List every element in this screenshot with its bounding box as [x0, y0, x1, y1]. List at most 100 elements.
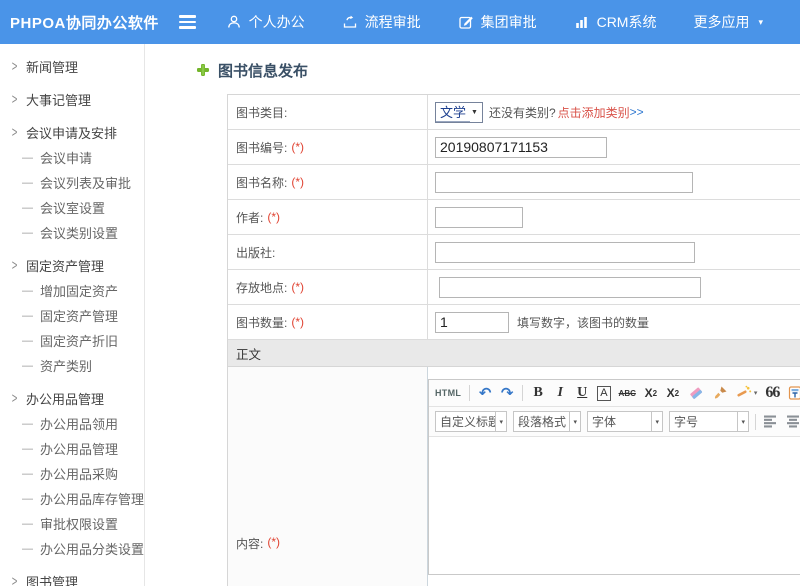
- format-brush-button[interactable]: [712, 383, 728, 403]
- phpoa-app: { "colors": { "topbar_blue": "#4a94e8", …: [0, 0, 800, 586]
- hamburger-menu-icon[interactable]: [179, 15, 197, 29]
- bold-button[interactable]: B: [531, 383, 545, 403]
- underline-button[interactable]: U: [575, 383, 589, 403]
- toolbar-separator: [469, 385, 470, 401]
- add-category-link[interactable]: 点击添加类别: [558, 104, 630, 121]
- book-name-input[interactable]: [435, 172, 693, 193]
- author-input[interactable]: [435, 207, 523, 228]
- content-label: 内容:: [236, 535, 263, 552]
- nav-crm-system[interactable]: CRM系统: [574, 12, 657, 32]
- sidebar-item-label: 会议申请: [40, 148, 92, 167]
- sidebar-item[interactable]: —会议室设置: [0, 195, 144, 220]
- required-mark: (*): [291, 140, 304, 154]
- main-content: 图书信息发布 图书类目: 文学 ▼ 还没有类别? 点击添加类别 >> 图书编号:…: [146, 44, 800, 586]
- nav-label: 流程审批: [365, 12, 421, 32]
- sidebar-item[interactable]: >固定资产管理: [0, 252, 144, 278]
- chevron-right-icon: >: [12, 57, 18, 75]
- content-label-cell: 内容: (*): [228, 367, 428, 586]
- italic-button[interactable]: I: [553, 383, 567, 403]
- editor-content-area[interactable]: [429, 437, 800, 573]
- location-input[interactable]: [439, 277, 701, 298]
- sidebar-item-label: 办公用品采购: [40, 464, 118, 483]
- sidebar-item[interactable]: —会议申请: [0, 145, 144, 170]
- caret-down-icon: ▾: [569, 412, 580, 431]
- sidebar-item[interactable]: —办公用品分类设置: [0, 536, 144, 561]
- nav-more-apps[interactable]: 更多应用▾: [693, 12, 763, 32]
- nav-personal-office[interactable]: 个人办公: [226, 12, 305, 32]
- select-value: 自定义标题: [436, 412, 495, 431]
- caret-down-icon: ▾: [754, 389, 758, 397]
- paragraph-format-select[interactable]: 段落格式▾: [513, 411, 581, 432]
- select-value: 字体: [588, 412, 651, 431]
- category-select[interactable]: 文学 ▼: [435, 102, 483, 123]
- publisher-input[interactable]: [435, 242, 695, 263]
- user-icon: [226, 14, 242, 30]
- sidebar-item[interactable]: —会议类别设置: [0, 220, 144, 245]
- rich-text-editor: HTML↶↷BIUAABCX2X2▾66A▾ 自定义标题▾段落格式▾字体▾字号▾: [428, 379, 800, 575]
- subscript-button[interactable]: X2: [666, 383, 680, 403]
- sidebar-item[interactable]: —固定资产管理: [0, 303, 144, 328]
- sidebar-item[interactable]: >会议申请及安排: [0, 119, 144, 145]
- font-size-select[interactable]: 字号▾: [669, 411, 749, 432]
- sidebar-item[interactable]: —审批权限设置: [0, 511, 144, 536]
- sidebar-item[interactable]: —资产类别: [0, 353, 144, 378]
- sidebar-item-label: 固定资产折旧: [40, 331, 118, 350]
- sidebar-item[interactable]: >图书管理: [0, 568, 144, 586]
- source-code-button[interactable]: HTML: [435, 383, 461, 403]
- form-row-publisher: 出版社:: [228, 235, 800, 270]
- sidebar-item[interactable]: — 固定资产折旧: [0, 328, 144, 353]
- align-center-icon[interactable]: [785, 413, 800, 430]
- add-category-arrows[interactable]: >>: [630, 105, 644, 119]
- add-icon: [196, 63, 210, 77]
- editor-toolbar-row1: HTML↶↷BIUAABCX2X2▾66A▾: [429, 380, 800, 407]
- quantity-input[interactable]: [435, 312, 509, 333]
- sidebar-item[interactable]: >大事记管理: [0, 86, 144, 112]
- auto-typeset-button[interactable]: ▾: [736, 383, 758, 403]
- align-left-icon[interactable]: [762, 413, 779, 430]
- caret-down-icon: ▾: [737, 412, 748, 431]
- dash-icon: —: [22, 335, 33, 347]
- book-name-label: 图书名称:: [236, 174, 287, 191]
- sidebar-item[interactable]: —会议列表及审批: [0, 170, 144, 195]
- sidebar-item[interactable]: —办公用品领用: [0, 411, 144, 436]
- publisher-label: 出版社:: [236, 244, 275, 261]
- topbar: PHPOA协同办公软件 个人办公流程审批集团审批CRM系统更多应用▾: [0, 0, 800, 44]
- custom-title-select[interactable]: 自定义标题▾: [435, 411, 507, 432]
- undo-button[interactable]: ↶: [478, 383, 492, 403]
- form-row-category: 图书类目: 文学 ▼ 还没有类别? 点击添加类别 >>: [228, 95, 800, 130]
- sidebar-item[interactable]: >新闻管理: [0, 53, 144, 79]
- superscript-button[interactable]: X2: [644, 383, 658, 403]
- form-row-book-no: 图书编号: (*): [228, 130, 800, 165]
- blockquote-button[interactable]: 66: [765, 383, 779, 403]
- category-label: 图书类目:: [228, 95, 428, 129]
- dash-icon: —: [22, 227, 33, 239]
- dash-icon: —: [22, 177, 33, 189]
- sidebar-item[interactable]: >办公用品管理: [0, 385, 144, 411]
- required-mark: (*): [291, 175, 304, 189]
- nav-group-approval[interactable]: 集团审批: [458, 12, 537, 32]
- bar-chart-icon: [574, 14, 590, 30]
- sidebar-item[interactable]: —办公用品库存管理: [0, 486, 144, 511]
- paste-word-button[interactable]: [787, 383, 800, 403]
- toolbar-separator: [522, 385, 523, 401]
- sidebar-item[interactable]: —增加固定资产: [0, 278, 144, 303]
- font-family-select[interactable]: 字体▾: [587, 411, 663, 432]
- author-label: 作者:: [236, 209, 263, 226]
- sidebar-item[interactable]: —办公用品管理: [0, 436, 144, 461]
- caret-down-icon: ▼: [470, 109, 482, 116]
- chevron-right-icon: >: [12, 90, 18, 108]
- nav-label: 个人办公: [249, 12, 305, 32]
- dash-icon: —: [22, 493, 33, 505]
- sidebar-item[interactable]: —办公用品采购: [0, 461, 144, 486]
- remove-format-button[interactable]: [688, 383, 704, 403]
- nav-process-approval[interactable]: 流程审批: [342, 12, 421, 32]
- process-icon: [342, 14, 358, 30]
- strikethrough-button[interactable]: ABC: [619, 383, 636, 403]
- nav-label: 集团审批: [481, 12, 537, 32]
- caret-down-icon: ▾: [495, 412, 506, 431]
- redo-button[interactable]: ↷: [500, 383, 514, 403]
- sidebar-item-label: 办公用品领用: [40, 414, 118, 433]
- book-no-input[interactable]: [435, 137, 607, 158]
- font-box-button[interactable]: A: [597, 386, 610, 401]
- sidebar-item-label: 资产类别: [40, 356, 92, 375]
